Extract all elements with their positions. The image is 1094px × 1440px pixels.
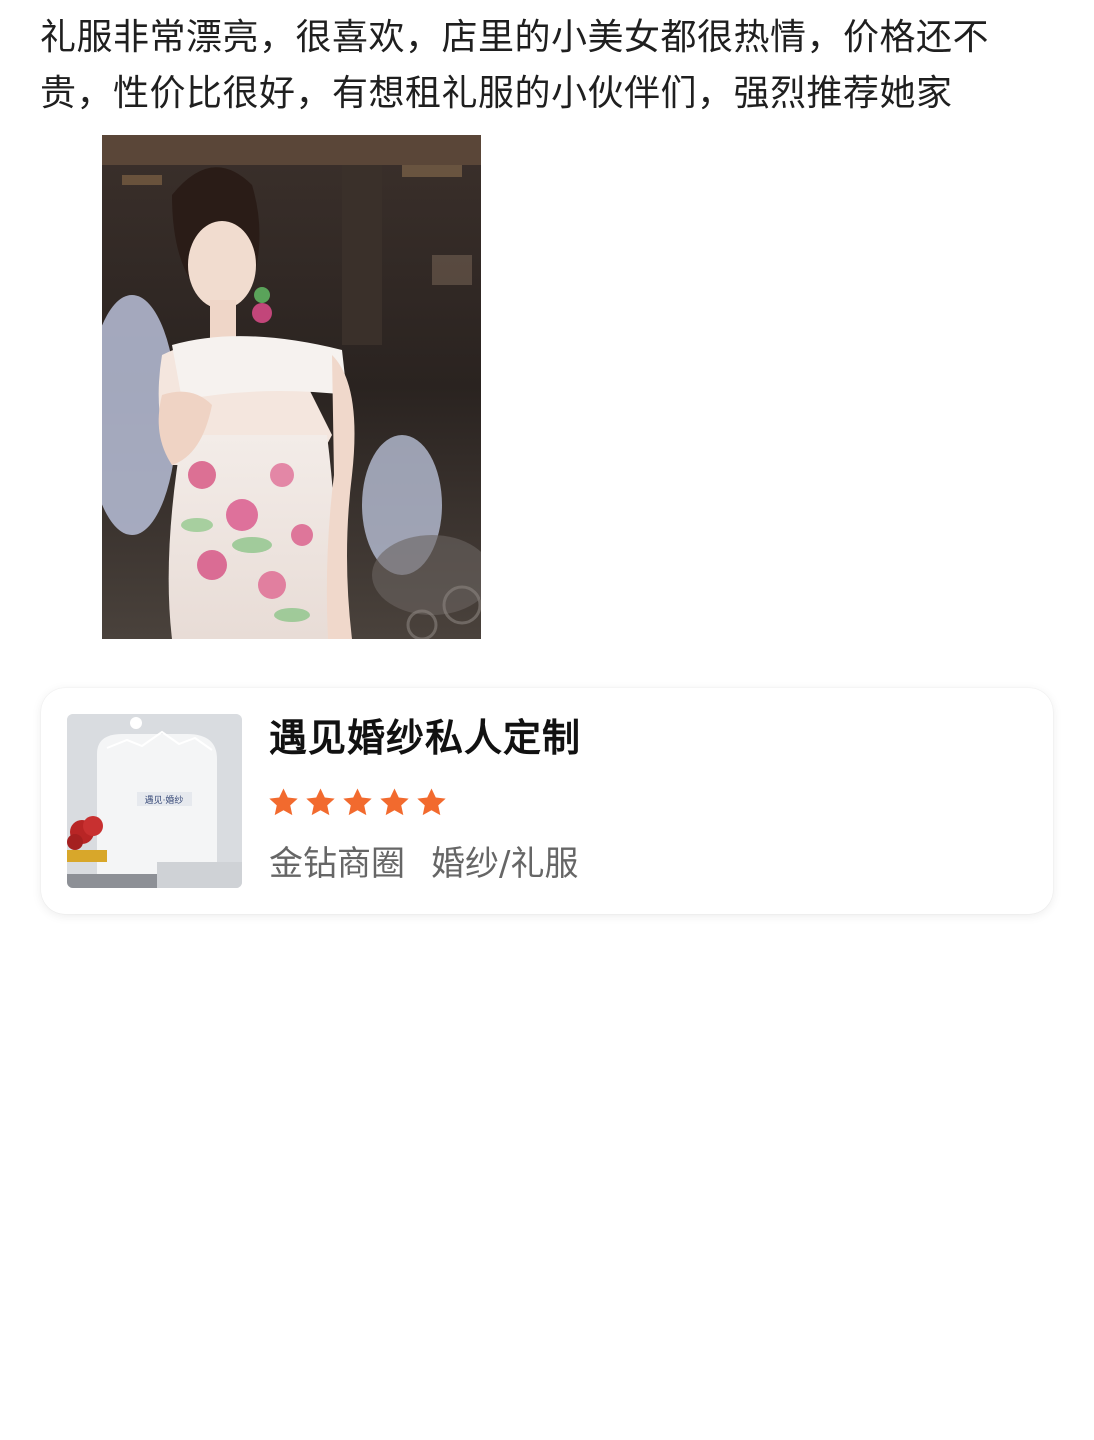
review-photo-image (102, 135, 481, 639)
shop-meta: 金钻商圈 婚纱/礼服 (269, 840, 578, 888)
shop-name[interactable]: 遇见婚纱私人定制 (269, 712, 581, 764)
star-icon (380, 788, 409, 816)
review-photo[interactable] (102, 135, 481, 639)
shop-district: 金钻商圈 (269, 844, 405, 884)
star-icon (343, 788, 372, 816)
review-text: 礼服非常漂亮，很喜欢，店里的小美女都很热情，价格还不贵，性价比很好，有想租礼服的… (40, 17, 990, 114)
star-icon (269, 788, 298, 816)
shop-card[interactable]: 遇见·婚纱 遇见婚纱私人定制 金钻商圈 婚纱/礼服 (41, 688, 1053, 914)
rating-stars (267, 786, 448, 819)
shop-thumbnail: 遇见·婚纱 (67, 714, 242, 888)
star-icon (417, 788, 446, 816)
shop-thumbnail-sign: 遇见·婚纱 (145, 794, 184, 806)
star-icon (306, 788, 335, 816)
shop-category: 婚纱/礼服 (431, 844, 579, 884)
review-detail-page: 礼服非常漂亮，很喜欢，店里的小美女都很热情，价格还不贵，性价比很好，有想租礼服的… (0, 0, 1094, 1440)
